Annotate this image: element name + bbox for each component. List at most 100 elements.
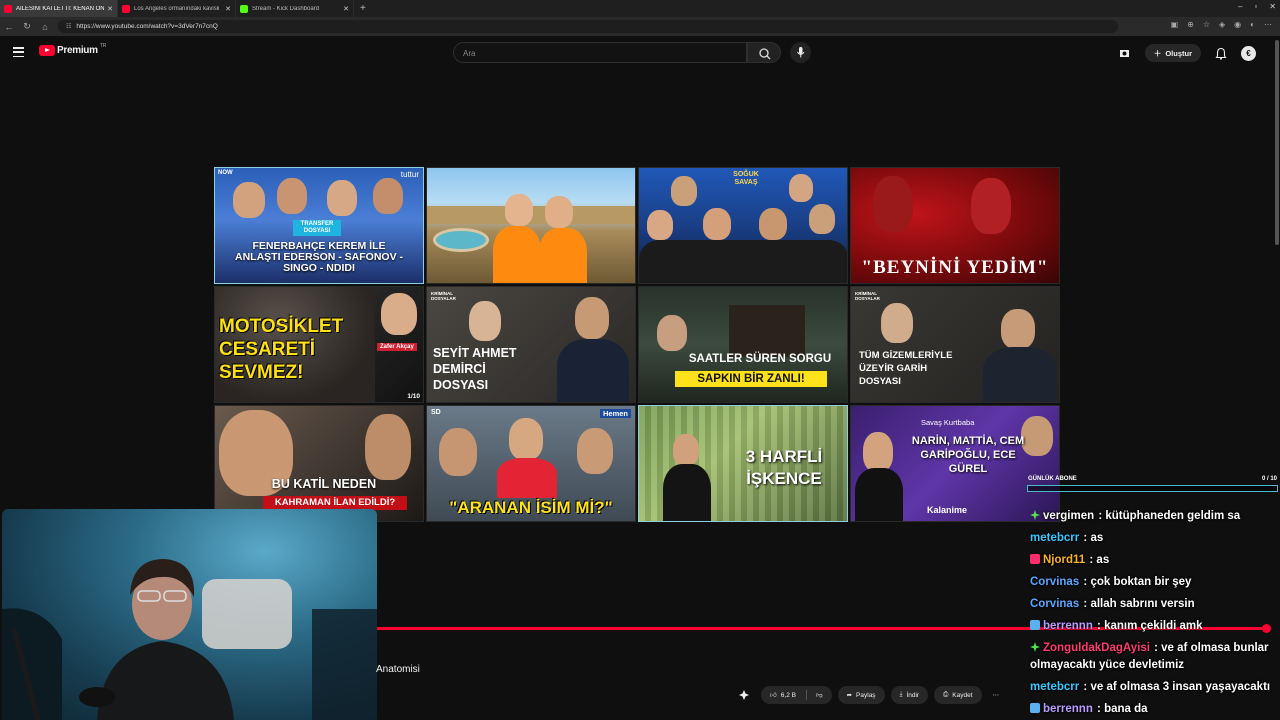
chat-message: metebcrr : ve af olmasa 3 insan yaşayaca…	[1030, 679, 1276, 696]
more-actions-button[interactable]: ⋯	[988, 686, 1005, 704]
window-controls: – ▫ ✕	[1238, 2, 1276, 11]
search-input[interactable]	[454, 44, 746, 63]
like-button[interactable]: 👍︎ 6,2 B 👎︎	[761, 686, 832, 704]
end-screen-video[interactable]: MOTOSİKLET CESARETİ SEVMEZ! Zafer Akçay …	[214, 286, 424, 403]
thumb-caption: SAATLER SÜREN SORGU	[688, 353, 832, 365]
chat-separator: :	[1095, 510, 1106, 522]
reload-icon[interactable]: ↻	[18, 21, 36, 32]
chat-message: Corvinas : allah sabrını versin	[1030, 596, 1276, 613]
hamburger-menu-icon[interactable]	[13, 47, 24, 57]
create-button[interactable]: ＋ Oluştur	[1144, 44, 1201, 62]
thumbs-down-icon[interactable]: 👎︎	[816, 691, 823, 699]
thumb-tag: SD	[431, 409, 441, 416]
extension-icon[interactable]: ◉	[1234, 20, 1241, 29]
tab-title: AİLESİNİ KATLETTİ: KENAN ÖNE	[16, 5, 105, 12]
thumb-subcaption: SAPKIN BİR ZANLI!	[675, 371, 827, 388]
zoom-icon[interactable]: ⊕	[1187, 20, 1194, 29]
chat-text: bana da	[1104, 703, 1148, 715]
microphone-icon	[797, 47, 805, 58]
end-screen-video[interactable]: 3 HARFLİ İŞKENCE	[638, 405, 848, 522]
profile-icon[interactable]: ◐	[1250, 20, 1255, 29]
sponsor-icon[interactable]	[733, 686, 755, 704]
page-scrollbar[interactable]	[1275, 40, 1279, 245]
share-icon: ➦	[846, 692, 853, 699]
end-screen-grid: NOW tuttur TRANSFER DOSYASI FENERBAHÇE K…	[214, 167, 1060, 524]
maximize-icon[interactable]: ▫	[1254, 2, 1257, 11]
end-screen-video[interactable]: BU KATİL NEDEN KAHRAMAN İLAN EDİLDİ?	[214, 405, 424, 522]
save-button[interactable]: ⎙ Kaydet	[934, 686, 982, 704]
browser-tab[interactable]: Los Angeles ormanındaki kavisli ✕	[118, 0, 236, 17]
browser-tab[interactable]: AİLESİNİ KATLETTİ: KENAN ÖNE ✕	[0, 0, 118, 17]
end-screen-video[interactable]: "BEYNİNİ YEDİM"	[850, 167, 1060, 284]
chat-separator: :	[1080, 598, 1091, 610]
chat-message: Njord11 : as	[1030, 552, 1276, 569]
new-tab-button[interactable]: +	[360, 3, 366, 14]
home-icon[interactable]: ⌂	[36, 22, 54, 32]
download-label: İndir	[906, 691, 920, 699]
download-icon: ⤓	[899, 691, 903, 698]
address-bar-row: ← ↻ ⌂ ☷ https://www.youtube.com/watch?v=…	[0, 17, 1280, 36]
webcam-overlay	[2, 509, 377, 720]
site-info-icon[interactable]: ☷	[66, 23, 71, 30]
chat-text: kanım çekildi amk	[1104, 620, 1203, 632]
chat-username: Corvinas	[1030, 576, 1080, 588]
chat-separator: :	[1150, 642, 1162, 654]
chat-message: ZonguldakDagAyisi : ve af olmasa bunlar …	[1030, 640, 1276, 674]
chat-text: as	[1090, 532, 1104, 544]
chat-text: kütüphaneden geldim sa	[1105, 510, 1241, 522]
chat-message: vergimen : kütüphaneden geldim sa	[1030, 508, 1276, 525]
end-screen-video[interactable]: SOĞUK SAVAŞ	[638, 167, 848, 284]
thumb-badge: TRANSFER DOSYASI	[293, 220, 341, 236]
voice-search-button[interactable]	[790, 42, 811, 63]
create-label: Oluştur	[1165, 48, 1192, 58]
chat-username: ZonguldakDagAyisi	[1043, 642, 1150, 654]
bookmark-star-icon[interactable]: ☆	[1203, 20, 1210, 29]
chat-text: as	[1096, 554, 1110, 566]
bookmark-icon: ⎙	[943, 691, 949, 698]
thumb-caption: MOTOSİKLET CESARETİ SEVMEZ!	[219, 316, 344, 383]
close-tab-icon[interactable]: ✕	[225, 5, 231, 13]
close-tab-icon[interactable]: ✕	[343, 5, 349, 13]
account-avatar[interactable]: €	[1241, 45, 1256, 61]
chat-badge-icon	[1030, 620, 1040, 630]
youtube-logo[interactable]: Premium TR	[39, 42, 107, 56]
extension-icons: ▣ ⊕ ☆ ◈ ◉ ◐ ⋯	[1171, 20, 1272, 29]
guest-name: Zafer Akçay	[377, 343, 417, 351]
chat-username: metebcrr	[1030, 681, 1080, 693]
youtube-header: Premium TR ＋ Oluştur €	[0, 36, 1280, 70]
thumb-caption: "ARANAN İSİM Mİ?"	[449, 498, 613, 518]
close-tab-icon[interactable]: ✕	[107, 5, 113, 13]
download-button[interactable]: ⤓ İndir	[890, 686, 929, 704]
share-button[interactable]: ➦ Paylaş	[837, 686, 885, 704]
end-screen-video[interactable]: SAATLER SÜREN SORGU SAPKIN BİR ZANLI!	[638, 286, 848, 403]
search-button[interactable]	[747, 42, 781, 63]
browser-tab-bar: AİLESİNİ KATLETTİ: KENAN ÖNE ✕ Los Angel…	[0, 0, 1280, 17]
end-screen-video[interactable]	[426, 167, 636, 284]
end-screen-video[interactable]: NOW tuttur TRANSFER DOSYASI FENERBAHÇE K…	[214, 167, 424, 284]
thumb-caption: 3 HARFLİ İŞKENCE	[745, 447, 823, 488]
kick-favicon-icon	[240, 4, 248, 13]
install-app-icon[interactable]: ▣	[1171, 20, 1179, 29]
close-window-icon[interactable]: ✕	[1269, 2, 1276, 11]
end-screen-video[interactable]: SD Hemen "ARANAN İSİM Mİ?"	[426, 405, 636, 522]
notifications-bell-icon[interactable]	[1215, 47, 1227, 60]
chat-message: berrennn : kanım çekildi amk	[1030, 618, 1276, 635]
source-tag: NOW	[218, 170, 233, 176]
url-field[interactable]: ☷ https://www.youtube.com/watch?v=3dVer7…	[58, 20, 1118, 33]
search-icon	[759, 48, 771, 60]
channel-tag: Savaş Kurtbaba	[921, 418, 975, 427]
extension-icon[interactable]: ◈	[1219, 20, 1225, 29]
browser-tab[interactable]: Stream - Kick Dashboard ✕	[236, 0, 354, 17]
end-screen-video[interactable]: KRİMİNAL DOSYALAR TÜM GİZEMLERİYLE ÜZEYİ…	[850, 286, 1060, 403]
thumb-subcaption: KAHRAMAN İLAN EDİLDİ?	[263, 496, 407, 510]
channel-corner-label: Hemen	[599, 409, 631, 418]
minimize-icon[interactable]: –	[1238, 2, 1242, 11]
menu-dots-icon[interactable]: ⋯	[1264, 20, 1272, 29]
cast-icon[interactable]	[1118, 47, 1131, 60]
back-icon[interactable]: ←	[0, 22, 18, 32]
chat-text: çok boktan bir şey	[1090, 576, 1192, 588]
tab-title: Los Angeles ormanındaki kavisli	[134, 5, 220, 12]
thumb-caption: FENERBAHÇE KEREM İLE ANLAŞTI EDERSON - S…	[234, 239, 403, 274]
end-screen-video[interactable]: KRİMİNAL DOSYALAR SEYİT AHMET DEMİRCİ DO…	[426, 286, 636, 403]
logo-region: TR	[99, 42, 107, 49]
